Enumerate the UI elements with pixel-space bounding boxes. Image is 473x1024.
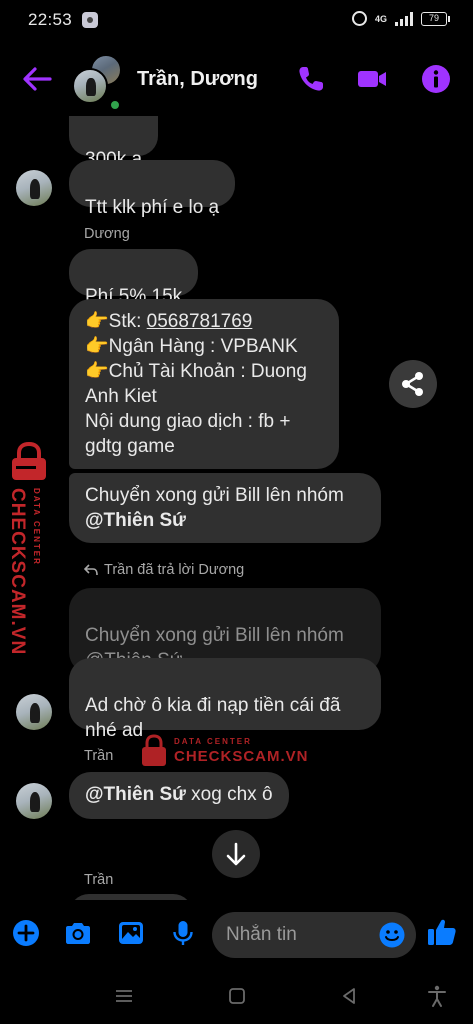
message-text: Chuyển xong gửi Bill lên nhóm [85, 485, 344, 506]
sender-name: Trần [84, 748, 114, 764]
info-icon[interactable] [419, 62, 453, 96]
phone-icon[interactable] [294, 62, 328, 96]
watermark-brand: CHECKSCAM.VN [174, 748, 309, 765]
scroll-down-icon[interactable] [212, 830, 260, 878]
sender-name: Dương [84, 226, 130, 242]
plus-icon[interactable] [11, 918, 41, 948]
message-composer [0, 900, 473, 968]
reply-indicator: Trần đã trả lời Dương [84, 562, 244, 578]
message-input[interactable] [226, 912, 376, 958]
battery-icon: 79 [421, 11, 450, 26]
message-text: 👉Ngân Hàng : VPBANK 👉Chủ Tài Khoản : Duo… [85, 336, 307, 457]
status-time: 22:53 [28, 10, 73, 29]
reply-note-text: Trần đã trả lời Dương [104, 562, 245, 578]
like-icon[interactable] [426, 916, 458, 948]
watermark-sub: DATA CENTER [174, 737, 252, 746]
system-nav-bar [0, 968, 473, 1024]
home-icon[interactable] [225, 984, 249, 1008]
lock-logo-icon [12, 442, 46, 480]
message-bubble-account[interactable]: 👉Stk: 0568781769 👉Ngân Hàng : VPBANK 👉Ch… [69, 299, 339, 469]
message-bubble[interactable]: Chuyển xong gửi Bill lên nhóm @Thiên Sứ [69, 473, 381, 543]
watermark-vertical: CHECKSCAM.VN DATA CENTER [2, 442, 48, 655]
sender-avatar[interactable] [16, 783, 52, 819]
message-bubble[interactable]: Phí 5% 15k [69, 249, 199, 307]
mention-tag[interactable]: @Thiên Sứ [85, 784, 186, 805]
message-input-container[interactable] [212, 912, 416, 958]
account-number-link[interactable]: 0568781769 [147, 311, 253, 332]
status-bar: 22:53 4G 79 [0, 0, 473, 40]
watermark-brand: CHECKSCAM.VN [7, 488, 28, 656]
contact-name[interactable]: Trần, Dương [137, 68, 258, 91]
watermark-horizontal: DATA CENTER CHECKSCAM.VN [140, 734, 308, 770]
message-text: 👉Stk: [85, 311, 147, 332]
message-bubble[interactable]: Ad chờ ô kia đi nạp tiền cái đã nhé ad [69, 658, 381, 741]
group-avatar[interactable] [72, 54, 124, 112]
camera-icon[interactable] [63, 918, 93, 948]
share-icon[interactable] [389, 360, 437, 408]
reply-icon [84, 564, 98, 576]
network-type: 4G [374, 13, 387, 24]
sender-name: Trần [84, 872, 114, 888]
message-bubble[interactable]: Ttt klk phí e lo ạ [69, 160, 236, 218]
microphone-icon[interactable] [168, 918, 198, 948]
recent-apps-icon[interactable] [112, 984, 136, 1008]
message-bubble[interactable]: 300k a [69, 116, 159, 170]
back-arrow-icon[interactable] [20, 64, 54, 94]
alarm-icon [351, 11, 367, 26]
status-indicators: 4G 79 [351, 11, 450, 26]
watermark-sub: DATA CENTER [32, 488, 41, 566]
signal-icon [395, 11, 413, 26]
mention-tag[interactable]: @Thiên Sứ [85, 510, 186, 531]
lock-logo-icon [142, 734, 166, 766]
message-text: Ttt klk phí e lo ạ [85, 197, 220, 218]
accessibility-icon[interactable] [425, 984, 449, 1008]
online-status-dot [108, 98, 122, 112]
sender-avatar[interactable] [16, 694, 52, 730]
avatar-primary [72, 68, 108, 104]
message-bubble[interactable]: @Thiên Sứ xog chx ô [69, 772, 289, 819]
sender-avatar[interactable] [16, 170, 52, 206]
back-nav-icon[interactable] [337, 984, 361, 1008]
notification-icon [82, 12, 98, 28]
gallery-icon[interactable] [116, 918, 146, 948]
emoji-icon[interactable] [378, 921, 406, 949]
message-text: xog chx ô [185, 784, 273, 805]
message-thread[interactable]: 300k a Ttt klk phí e lo ạ Dương Phí 5% 1… [0, 116, 473, 900]
chat-header: Trần, Dương [0, 44, 473, 116]
video-camera-icon[interactable] [355, 62, 389, 96]
